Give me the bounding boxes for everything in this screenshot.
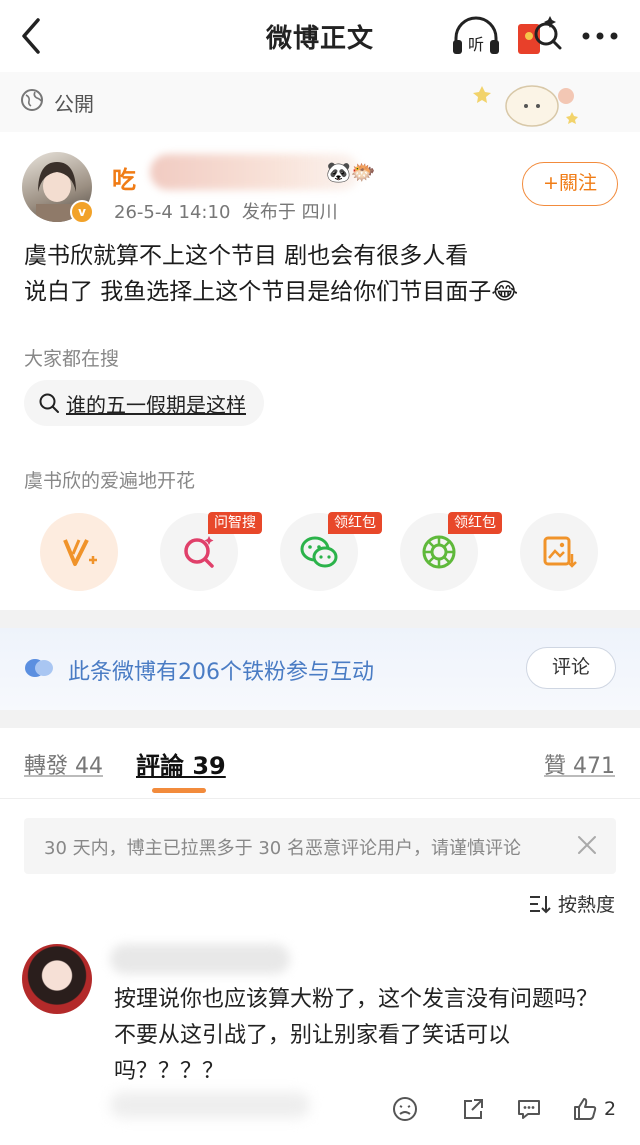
tab-reposts[interactable]: 轉發 44	[24, 748, 103, 780]
fans-interaction-text: 此条微博有206个铁粉参与互动	[68, 660, 374, 685]
ai-search-icon	[184, 536, 214, 568]
emoji-face-icon	[393, 1097, 417, 1121]
more-button[interactable]	[578, 18, 622, 54]
fans-bubble-icon	[24, 656, 54, 680]
post-body: 虞书欣就算不上这个节目 剧也会有很多人看 说白了 我鱼选择上这个节目是给你们节目…	[24, 238, 624, 310]
post-line-1: 虞书欣就算不上这个节目 剧也会有很多人看	[24, 243, 469, 269]
commenter-avatar[interactable]	[22, 944, 92, 1014]
commenter-name-blurred	[110, 944, 290, 974]
close-icon[interactable]	[576, 834, 598, 856]
verified-badge-icon: v	[70, 200, 94, 224]
author-emojis: 🐼🐡	[326, 160, 376, 184]
react-button[interactable]	[392, 1096, 418, 1122]
trending-label: 大家都在搜	[24, 348, 120, 370]
headphones-icon: 听	[453, 16, 499, 54]
moments-icon	[422, 535, 456, 569]
sort-toggle[interactable]: 按熱度	[528, 890, 615, 917]
follow-button[interactable]: +關注	[522, 162, 618, 206]
ask-search-tag: 问智搜	[208, 512, 262, 534]
like-button[interactable]	[572, 1096, 598, 1122]
share-comment-button[interactable]	[460, 1096, 486, 1122]
search-icon	[39, 393, 59, 413]
red-packet-search-button[interactable]	[512, 12, 562, 60]
trending-search-pill[interactable]: 谁的五一假期是这样	[24, 380, 264, 426]
author-name[interactable]: 吃	[112, 160, 136, 195]
divider	[0, 798, 640, 799]
post-line-2: 说白了 我鱼选择上这个节目是给你们节目面子😂	[24, 279, 519, 305]
listen-button[interactable]: 听	[450, 14, 502, 58]
image-download-icon	[543, 536, 577, 568]
comment-bubble-icon	[518, 1100, 540, 1119]
share-icon	[464, 1099, 483, 1119]
sort-label: 按熱度	[558, 894, 616, 916]
topic-label: 虞书欣的爱遍地开花	[24, 470, 196, 492]
sort-icon	[530, 895, 551, 913]
globe-icon	[20, 88, 44, 112]
vplus-button[interactable]	[40, 513, 118, 591]
block-notice-text: 30 天内，博主已拉黑多于 30 名恶意评论用户，请谨慎评论	[44, 838, 521, 859]
sheep-decoration-icon	[468, 76, 598, 130]
tab-likes[interactable]: 贊 471	[544, 748, 615, 780]
section-divider	[0, 610, 640, 628]
wechat-icon	[300, 536, 338, 568]
reply-button[interactable]	[516, 1096, 542, 1122]
more-dots-icon	[582, 32, 618, 40]
comment-text: 按理说你也应该算大粉了，这个发言没有问题吗？不要从这引战了，别让别家看了笑话可以…	[114, 987, 599, 1084]
section-divider	[0, 710, 640, 728]
listen-label: 听	[468, 35, 484, 54]
thumbs-up-icon	[574, 1098, 597, 1120]
post-time: 26-5-4 14:10	[114, 202, 231, 223]
vplus-icon	[63, 539, 97, 566]
comment-button[interactable]: 评论	[526, 647, 616, 689]
save-image-button[interactable]	[520, 513, 598, 591]
like-count: 2	[604, 1098, 617, 1120]
trending-query: 谁的五一假期是这样	[66, 392, 246, 417]
post-location: 发布于 四川	[241, 202, 338, 223]
active-tab-indicator	[152, 788, 206, 793]
redpack-tag-moments: 领红包	[448, 512, 502, 534]
post-meta: 26-5-4 14:10 发布于 四川	[114, 198, 338, 224]
tab-comments[interactable]: 評論 39	[136, 746, 226, 781]
red-packet-icon	[518, 16, 562, 54]
comment-meta-blurred	[110, 1092, 310, 1118]
visibility-label: 公開	[54, 92, 94, 116]
redpack-tag-wechat: 领红包	[328, 512, 382, 534]
